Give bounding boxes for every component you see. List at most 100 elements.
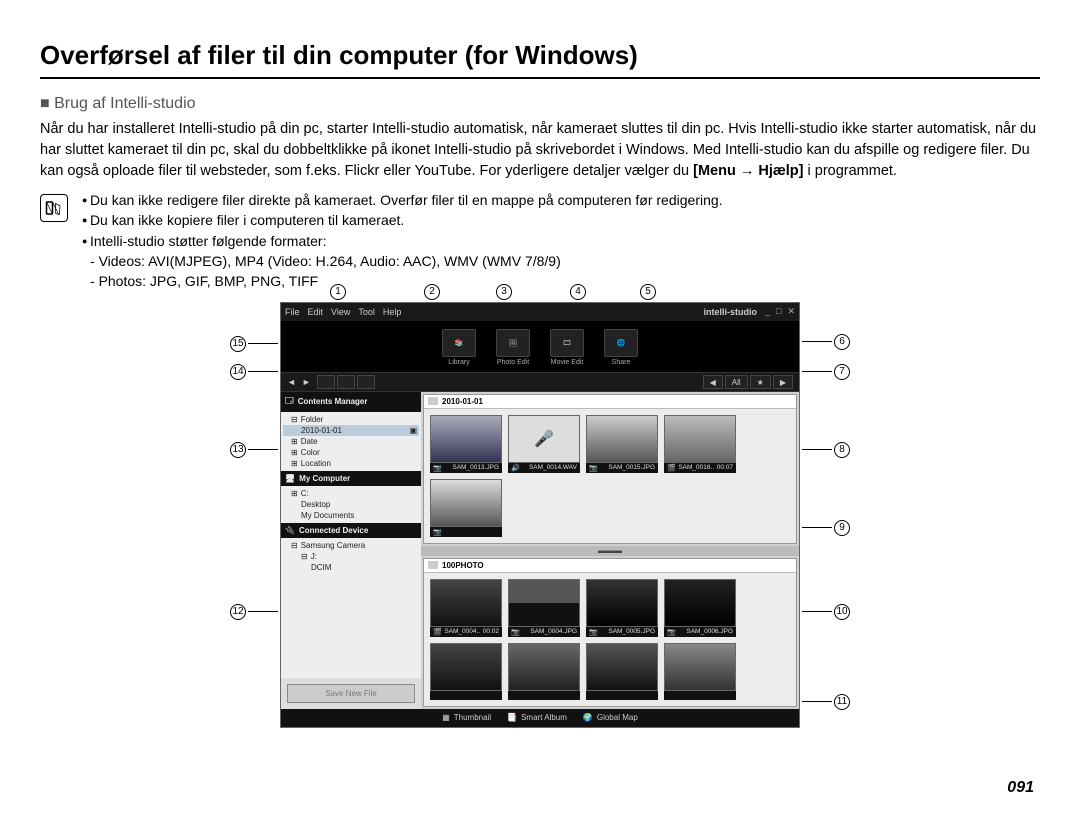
toolbar: ◄ ► ◀ All ★ ▶ [281,372,799,392]
close-icon[interactable]: ✕ [787,306,795,317]
thumb-item[interactable]: 🎤🔊SAM_0014.WAV [508,415,580,473]
sidebar-drive-c[interactable]: C: [283,488,419,499]
menu-edit[interactable]: Edit [308,307,324,317]
sidebar-desktop[interactable]: Desktop [283,499,419,510]
callout-7: 7 [802,364,850,380]
thumb-item[interactable]: 📷SAM_0006.JPG [664,579,736,637]
thumb-item[interactable]: 📷SAM_0005.JPG [586,579,658,637]
menu-tool[interactable]: Tool [358,307,375,317]
callout-11: 11 [802,694,850,710]
sidebar-location[interactable]: Location [283,458,419,469]
cat-label-photoedit: Photo Edit [497,359,529,366]
body-paragraph: Når du har installeret Intelli-studio på… [40,119,1040,182]
filter-star[interactable]: ★ [750,375,771,389]
callout-3: 3 [496,284,512,300]
tab-smartalbum[interactable]: 📑 Smart Album [507,713,567,722]
cat-photoedit[interactable]: 🖼Photo Edit [496,329,530,366]
filter-all[interactable]: All [725,375,748,389]
tab-globalmap[interactable]: 🌍 Global Map [583,713,638,722]
menu-view[interactable]: View [331,307,350,317]
note-sub-1: Videos: AVI(MJPEG), MP4 (Video: H.264, A… [78,251,723,271]
sidebar-folder[interactable]: Folder [283,414,419,425]
device-icon: 🔌 [285,526,295,535]
thumb-item[interactable]: 📷SAM_0013.JPG [430,415,502,473]
thumb-item[interactable] [430,643,502,700]
rotate-180-icon[interactable] [357,375,375,389]
rotate-right-icon[interactable] [337,375,355,389]
callout-13: 13 [230,442,278,458]
cat-label-share: Share [612,359,631,366]
cat-label-library: Library [448,359,469,366]
cat-share[interactable]: 🌐Share [604,329,638,366]
thumb-item[interactable] [586,643,658,700]
forward-icon[interactable]: ► [302,377,311,387]
thumb-item[interactable]: 🎬SAM_0016..00:07 [664,415,736,473]
thumb-item[interactable]: 📷SAM_0015.JPG [586,415,658,473]
content-panels: 2010-01-01 📷SAM_0013.JPG 🎤🔊SAM_0014.WAV … [421,392,799,709]
note-block: Du kan ikke redigere filer direkte på ka… [40,190,1040,291]
panel-date: 2010-01-01 📷SAM_0013.JPG 🎤🔊SAM_0014.WAV … [423,394,797,544]
thumb-item[interactable]: 🎬SAM_0004..00:02 [430,579,502,637]
back-icon[interactable]: ◄ [287,377,296,387]
section-heading: ■ Brug af Intelli-studio [40,95,1040,113]
note-bullet-2: Du kan ikke kopiere filer i computeren t… [78,210,723,230]
cat-library[interactable]: 📚 Library [442,329,476,366]
sidebar-mydocs[interactable]: My Documents [283,510,419,521]
note-bullet-3: Intelli-studio støtter følgende formater… [78,231,723,251]
filter-prev[interactable]: ◀ [703,375,723,389]
thumb-item[interactable]: 📷SAM_0004.JPG [508,579,580,637]
computer-icon: 🖥 [285,474,295,483]
menu-file[interactable]: File [285,307,300,317]
sidebar-device-header: 🔌Connected Device [281,523,421,538]
sidebar-color[interactable]: Color [283,447,419,458]
callout-8: 8 [802,442,850,458]
menu-help[interactable]: Help [383,307,402,317]
panel-grip[interactable]: ▬▬▬ [421,546,799,556]
callout-12: 12 [230,604,278,620]
movieedit-icon: 🎞 [550,329,584,357]
panel-device: 100PHOTO 🎬SAM_0004..00:02 📷SAM_0004.JPG … [423,558,797,707]
panel-title-1: 2010-01-01 [442,397,483,406]
maximize-icon[interactable]: □ [776,306,781,317]
sidebar-camera[interactable]: Samsung Camera [283,540,419,551]
titlebar: File Edit View Tool Help intelli-studio … [281,303,799,321]
callout-9: 9 [802,520,850,536]
tab-thumbnail[interactable]: ▦ Thumbnail [442,713,491,722]
page-number: 091 [1007,779,1034,797]
menu-path: [Menu → Hjælp] [693,163,803,179]
rotate-left-icon[interactable] [317,375,335,389]
thumb-item[interactable]: 📷 [430,479,502,537]
minimize-icon[interactable]: _ [765,306,770,317]
callout-10: 10 [802,604,850,620]
app-brand: intelli-studio [704,307,758,317]
sidebar-date[interactable]: Date [283,436,419,447]
thumb-item[interactable] [664,643,736,700]
app-window: File Edit View Tool Help intelli-studio … [280,302,800,728]
save-new-file-button[interactable]: Save New File [287,684,415,703]
callout-4: 4 [570,284,586,300]
library-icon: 📚 [442,329,476,357]
paragraph-tail: i programmet. [808,163,897,179]
bottom-tabs: ▦ Thumbnail 📑 Smart Album 🌍 Global Map [281,709,799,727]
window-icon: 🗔 [285,395,294,409]
sidebar-date-folder[interactable]: 2010-01-01▣ [283,425,419,436]
note-icon [40,194,68,222]
folder-icon [428,397,438,405]
sidebar-contents-header: 🗔Contents Manager [281,392,421,412]
cat-movieedit[interactable]: 🎞 Movie Edit [550,329,584,366]
filter-next[interactable]: ▶ [773,375,793,389]
sidebar: 🗔Contents Manager Folder 2010-01-01▣ Dat… [281,392,421,709]
thumb-item[interactable] [508,643,580,700]
panel-title-2: 100PHOTO [442,561,484,570]
sidebar-dcim[interactable]: DCIM [283,562,419,573]
sidebar-drive-j[interactable]: J: [283,551,419,562]
sidebar-mycomputer-header: 🖥My Computer [281,471,421,486]
callout-14: 14 [230,364,278,380]
note-bullet-1: Du kan ikke redigere filer direkte på ka… [78,190,723,210]
callout-2: 2 [424,284,440,300]
cat-label-movieedit: Movie Edit [551,359,584,366]
app-figure: 1 2 3 4 5 6 7 8 9 10 11 15 14 13 12 File… [230,302,850,728]
callout-15: 15 [230,336,278,352]
category-bar: 📚 Library 🖼Photo Edit 🎞 Movie Edit 🌐Share [281,321,799,372]
note-sub-2: Photos: JPG, GIF, BMP, PNG, TIFF [78,271,723,291]
